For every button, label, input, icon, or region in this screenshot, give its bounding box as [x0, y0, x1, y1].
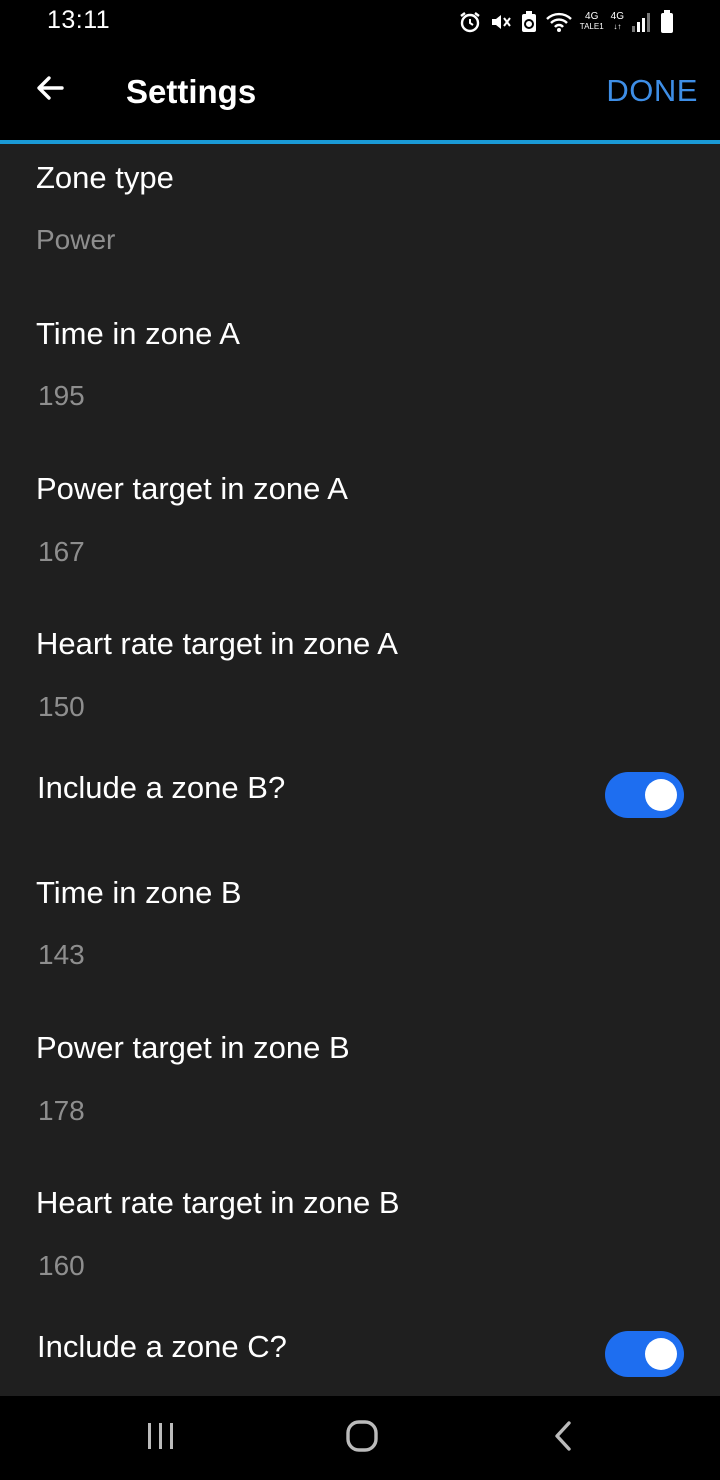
pref-value: Power: [36, 224, 116, 255]
pref-title: Power target in zone B: [36, 1030, 350, 1065]
network-type-2: 4G ↓↑: [611, 12, 624, 32]
toggle-knob: [645, 779, 677, 811]
system-back-button[interactable]: [533, 1416, 593, 1460]
pref-title: Include a zone C?: [37, 1329, 287, 1364]
signal-icon: [631, 11, 653, 33]
pref-power-zone-a[interactable]: Power target in zone A 167: [0, 456, 720, 604]
network-1-label: 4G: [585, 11, 599, 22]
status-time: 13:11: [47, 6, 111, 34]
arrow-left-icon: [34, 72, 66, 109]
home-button[interactable]: [332, 1416, 392, 1460]
pref-title: Time in zone B: [36, 875, 242, 910]
alarm-icon: [458, 10, 482, 34]
pref-value: 178: [38, 1095, 85, 1126]
pref-value: 160: [38, 1250, 85, 1281]
pref-power-zone-b[interactable]: Power target in zone B 178: [0, 1015, 720, 1163]
status-icons: 4G TALE1 4G ↓↑: [458, 8, 674, 36]
back-icon: [551, 1420, 575, 1457]
pref-value: 167: [38, 536, 85, 567]
include-zone-b-toggle[interactable]: [605, 772, 684, 818]
pref-time-zone-b[interactable]: Time in zone B 143: [0, 859, 720, 1007]
mute-icon: [489, 10, 513, 34]
recent-apps-icon: [145, 1421, 177, 1456]
system-nav-bar: [0, 1396, 720, 1480]
network-2-label: 4G: [610, 11, 624, 22]
wifi-icon: [545, 10, 573, 34]
recent-apps-button[interactable]: [131, 1416, 191, 1460]
page-title: Settings: [126, 73, 257, 110]
pref-hr-zone-a[interactable]: Heart rate target in zone A 150: [0, 611, 720, 759]
pref-title: Time in zone A: [36, 316, 240, 351]
pref-title: Power target in zone A: [36, 471, 348, 506]
pref-title: Zone type: [36, 160, 174, 195]
pref-value: 195: [38, 380, 85, 411]
battery-icon: [660, 10, 674, 34]
pref-time-zone-a[interactable]: Time in zone A 195: [0, 300, 720, 448]
pref-include-zone-b[interactable]: Include a zone B?: [0, 754, 720, 854]
pref-title: Include a zone B?: [37, 770, 286, 805]
network-1-sub-label: TALE1: [579, 22, 604, 31]
done-button[interactable]: DONE: [606, 73, 698, 109]
back-button[interactable]: [26, 66, 74, 114]
toggle-knob: [645, 1338, 677, 1370]
include-zone-c-toggle[interactable]: [605, 1331, 684, 1377]
battery-saver-icon: [520, 10, 538, 34]
data-arrows-icon: ↓↑: [613, 22, 622, 31]
pref-title: Heart rate target in zone B: [36, 1185, 400, 1220]
pref-zone-type[interactable]: Zone type Power: [0, 144, 720, 292]
pref-hr-zone-b[interactable]: Heart rate target in zone B 160: [0, 1170, 720, 1318]
status-bar: 13:11 4G TALE1 4G ↓↑: [0, 0, 720, 44]
pref-title: Heart rate target in zone A: [36, 626, 398, 661]
pref-include-zone-c[interactable]: Include a zone C?: [0, 1313, 720, 1396]
network-type-1: 4G TALE1: [580, 12, 604, 32]
pref-value: 143: [38, 939, 85, 970]
settings-list[interactable]: Zone type Power Time in zone A 195 Power…: [0, 144, 720, 1396]
pref-value: 150: [38, 691, 85, 722]
home-icon: [345, 1419, 379, 1458]
app-bar: Settings DONE: [0, 44, 720, 140]
